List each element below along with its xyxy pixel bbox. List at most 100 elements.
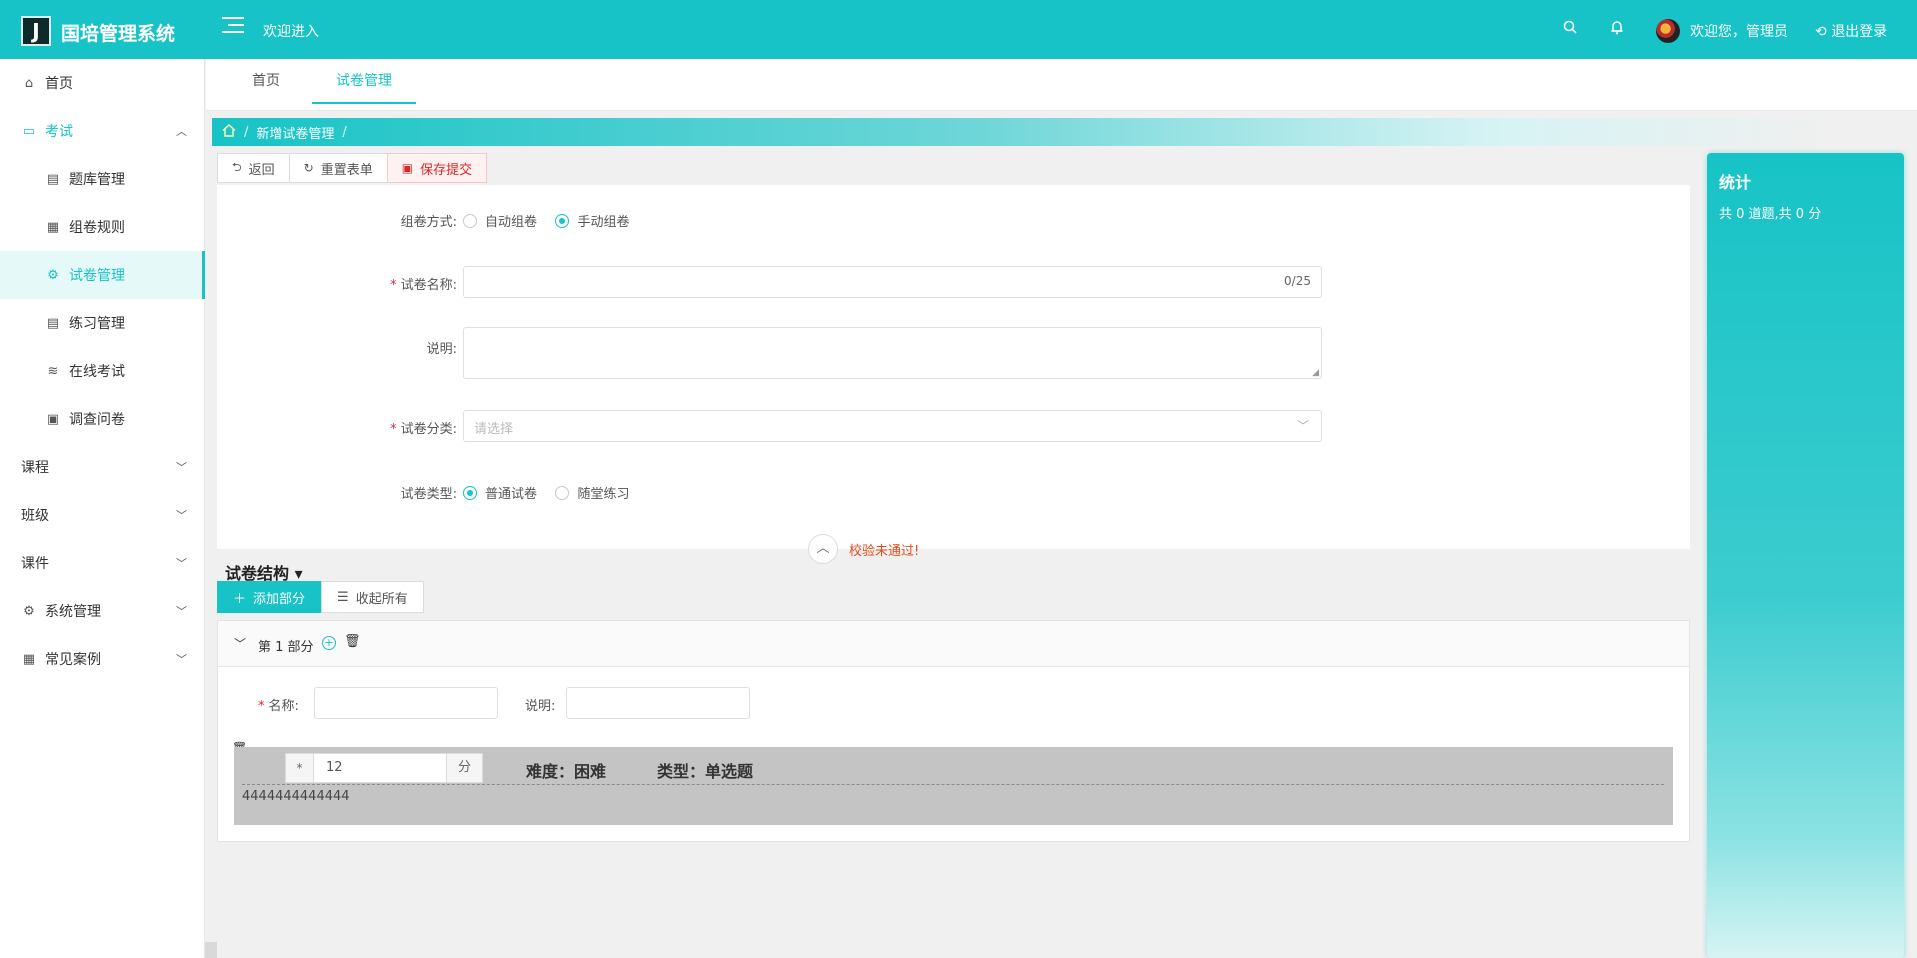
part-card: ﹀ 第 1 部分 + 🗑 *名称: 说明: 🗑 * 12 分 难度：困难 类型：… bbox=[217, 620, 1690, 842]
bell-icon[interactable] bbox=[1610, 20, 1624, 39]
sidebar-item-online-exam[interactable]: ≋ 在线考试 bbox=[0, 347, 205, 395]
validation-message: 校验未通过! bbox=[849, 544, 920, 559]
refresh-icon: ↻ bbox=[303, 161, 314, 175]
radio-normal-paper[interactable]: 普通试卷 bbox=[463, 483, 537, 502]
chevron-down-icon: ﹀ bbox=[176, 509, 187, 522]
sidebar-item-paper-management[interactable]: ⚙ 试卷管理 bbox=[0, 251, 205, 299]
paper-form: 组卷方式: 自动组卷 手动组卷 * 试卷名称: 0/25 说明: ◢ * 试卷分类:… bbox=[217, 185, 1690, 549]
part-desc-label: 说明: bbox=[525, 699, 556, 714]
app-title: 国培管理系统 bbox=[61, 23, 176, 45]
stats-summary: 共 0 道题,共 0 分 bbox=[1719, 207, 1822, 222]
home-icon[interactable] bbox=[222, 123, 236, 141]
question-item: * 12 分 难度：困难 类型：单选题 4444444444444 bbox=[234, 747, 1673, 825]
chevron-down-icon: ﹀ bbox=[1296, 419, 1309, 433]
chevron-down-icon: ﹀ bbox=[176, 557, 187, 570]
return-icon: ⮌ bbox=[232, 159, 242, 174]
sidebar-item-paper-rules[interactable]: ▦ 组卷规则 bbox=[0, 203, 205, 251]
category-label: * 试卷分类: bbox=[390, 422, 457, 437]
sidebar-resize-handle[interactable] bbox=[205, 942, 217, 958]
part-name-input[interactable] bbox=[314, 687, 498, 719]
add-question-icon[interactable]: + bbox=[322, 636, 336, 650]
mode-label: 组卷方式: bbox=[400, 215, 457, 230]
doc-icon: ▣ bbox=[46, 411, 60, 427]
chevron-down-icon: ﹀ bbox=[176, 653, 187, 666]
mode-radio-group: 自动组卷 手动组卷 bbox=[463, 211, 643, 232]
radio-class-practice[interactable]: 随堂练习 bbox=[555, 483, 629, 502]
book-icon: ▭ bbox=[22, 123, 36, 139]
grid-icon: ▦ bbox=[22, 651, 36, 667]
building-icon: ▦ bbox=[46, 219, 60, 235]
page-tabs: 首页 试卷管理 bbox=[206, 59, 1917, 111]
wifi-icon: ≋ bbox=[47, 363, 59, 379]
sidebar-item-course[interactable]: 课程 ﹀ bbox=[0, 443, 205, 491]
breadcrumb-current: 新增试卷管理 bbox=[256, 126, 335, 142]
paper-name-input[interactable]: 0/25 bbox=[463, 266, 1322, 298]
chevron-up-icon: ︿ bbox=[176, 125, 187, 138]
welcome-text: 欢迎进入 bbox=[263, 24, 319, 40]
type-label: 试卷类型: bbox=[400, 487, 457, 502]
category-select[interactable]: 请选择 ﹀ bbox=[463, 410, 1322, 442]
menu-toggle-icon[interactable] bbox=[222, 17, 244, 37]
save-button[interactable]: ▣ 保存提交 bbox=[386, 153, 488, 183]
list-icon: ☰ bbox=[337, 589, 349, 605]
question-text: 4444444444444 bbox=[242, 789, 350, 804]
plus-icon: ＋ bbox=[233, 591, 247, 607]
chevron-down-icon[interactable]: ﹀ bbox=[234, 635, 246, 652]
sidebar-item-survey[interactable]: ▣ 调查问卷 bbox=[0, 395, 205, 443]
char-counter: 0/25 bbox=[1284, 274, 1311, 288]
resize-grip-icon[interactable]: ◢ bbox=[1312, 368, 1319, 378]
collapse-form-button[interactable]: ︿ bbox=[808, 534, 838, 564]
chevron-down-icon: ﹀ bbox=[176, 461, 187, 474]
sidebar-item-system[interactable]: ⚙ 系统管理 ﹀ bbox=[0, 587, 205, 635]
save-icon: ▣ bbox=[401, 161, 414, 175]
score-input-group: * 12 分 bbox=[285, 753, 483, 783]
part-desc-input[interactable] bbox=[566, 687, 750, 719]
radio-auto-compose[interactable]: 自动组卷 bbox=[463, 211, 537, 230]
search-icon[interactable] bbox=[1563, 20, 1577, 38]
back-button[interactable]: ⮌ 返回 bbox=[217, 153, 290, 183]
sidebar-item-cases[interactable]: ▦ 常见案例 ﹀ bbox=[0, 635, 205, 683]
sidebar-item-exam[interactable]: ▭ 考试 ︿ bbox=[0, 107, 205, 155]
add-part-button[interactable]: ＋添加部分 bbox=[217, 581, 322, 613]
paper-desc-textarea[interactable]: ◢ bbox=[463, 327, 1322, 379]
gear-icon: ⚙ bbox=[23, 603, 35, 619]
sidebar-item-home[interactable]: ⌂ 首页 bbox=[0, 59, 205, 107]
trash-icon[interactable]: 🗑 bbox=[344, 634, 361, 649]
gear-icon: ⚙ bbox=[47, 267, 59, 283]
question-type: 类型：单选题 bbox=[657, 762, 754, 781]
sidebar: ⌂ 首页 ▭ 考试 ︿ ▤ 题库管理 ▦ 组卷规则 ⚙ 试卷管理 ▤ 练习管理 ≋ 在线考试 … bbox=[0, 59, 205, 958]
sidebar-item-class[interactable]: 班级 ﹀ bbox=[0, 491, 205, 539]
file-icon: ▤ bbox=[46, 315, 60, 331]
home-icon: ⌂ bbox=[24, 75, 34, 91]
user-greeting[interactable]: 欢迎您，管理员 bbox=[1690, 21, 1788, 41]
stats-title: 统计 bbox=[1719, 173, 1752, 192]
avatar[interactable] bbox=[1656, 19, 1680, 43]
tab-home[interactable]: 首页 bbox=[236, 59, 296, 104]
logo: J bbox=[21, 16, 51, 46]
sidebar-item-practice[interactable]: ▤ 练习管理 bbox=[0, 299, 205, 347]
part-name-label: * 名称: bbox=[258, 699, 299, 714]
score-input[interactable]: 12 bbox=[314, 753, 447, 783]
file-icon: ▤ bbox=[46, 171, 60, 187]
part-header[interactable]: ﹀ 第 1 部分 + 🗑 bbox=[218, 621, 1689, 667]
chevron-up-icon: ︿ bbox=[816, 541, 830, 556]
structure-actions: ＋添加部分 ☰ 收起所有 bbox=[217, 581, 424, 613]
reset-button[interactable]: ↻ 重置表单 bbox=[288, 153, 388, 183]
radio-manual-compose[interactable]: 手动组卷 bbox=[555, 211, 629, 230]
question-difficulty: 难度：困难 bbox=[526, 762, 607, 781]
breadcrumb: / 新增试卷管理 / bbox=[212, 118, 1917, 146]
chevron-down-icon: ﹀ bbox=[176, 605, 187, 618]
desc-label: 说明: bbox=[426, 342, 457, 357]
collapse-all-button[interactable]: ☰ 收起所有 bbox=[321, 581, 424, 613]
tab-paper-management[interactable]: 试卷管理 bbox=[312, 59, 416, 104]
stats-panel: 统计 共 0 道题,共 0 分 bbox=[1707, 153, 1904, 958]
type-radio-group: 普通试卷 随堂练习 bbox=[463, 483, 643, 504]
logout-button[interactable]: ⟲ 退出登录 bbox=[1815, 21, 1887, 41]
sidebar-item-courseware[interactable]: 课件 ﹀ bbox=[0, 539, 205, 587]
part-title: 第 1 部分 bbox=[258, 640, 314, 655]
sidebar-item-question-bank[interactable]: ▤ 题库管理 bbox=[0, 155, 205, 203]
logout-icon: ⟲ bbox=[1815, 24, 1827, 40]
name-label: * 试卷名称: bbox=[390, 278, 457, 293]
top-header: J 国培管理系统 欢迎进入 欢迎您，管理员 ⟲ 退出登录 bbox=[0, 0, 1917, 59]
form-toolbar: ⮌ 返回 ↻ 重置表单 ▣ 保存提交 bbox=[217, 153, 488, 183]
